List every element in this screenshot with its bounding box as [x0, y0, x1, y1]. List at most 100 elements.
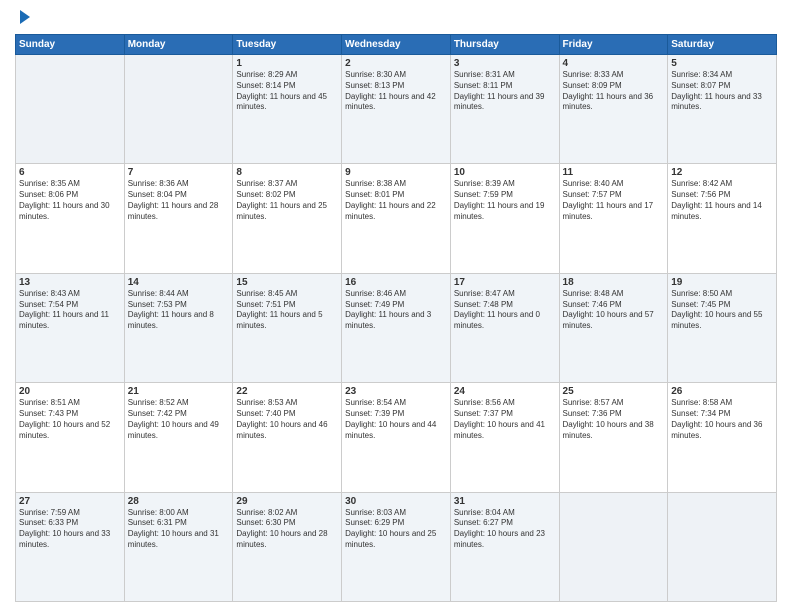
calendar-cell: 30Sunrise: 8:03 AMSunset: 6:29 PMDayligh… [342, 492, 451, 601]
day-number: 8 [236, 167, 338, 178]
calendar-table: SundayMondayTuesdayWednesdayThursdayFrid… [15, 34, 777, 602]
calendar-cell: 6Sunrise: 8:35 AMSunset: 8:06 PMDaylight… [16, 164, 125, 273]
day-info: Sunrise: 8:54 AMSunset: 7:39 PMDaylight:… [345, 398, 447, 441]
calendar-cell: 12Sunrise: 8:42 AMSunset: 7:56 PMDayligh… [668, 164, 777, 273]
day-info: Sunrise: 8:38 AMSunset: 8:01 PMDaylight:… [345, 179, 447, 222]
day-number: 18 [563, 277, 665, 288]
calendar-cell: 19Sunrise: 8:50 AMSunset: 7:45 PMDayligh… [668, 273, 777, 382]
day-info: Sunrise: 8:39 AMSunset: 7:59 PMDaylight:… [454, 179, 556, 222]
calendar-week-row: 6Sunrise: 8:35 AMSunset: 8:06 PMDaylight… [16, 164, 777, 273]
day-number: 16 [345, 277, 447, 288]
calendar-header-row: SundayMondayTuesdayWednesdayThursdayFrid… [16, 35, 777, 55]
day-number: 24 [454, 386, 556, 397]
calendar-cell: 7Sunrise: 8:36 AMSunset: 8:04 PMDaylight… [124, 164, 233, 273]
day-info: Sunrise: 8:52 AMSunset: 7:42 PMDaylight:… [128, 398, 230, 441]
calendar-week-row: 1Sunrise: 8:29 AMSunset: 8:14 PMDaylight… [16, 55, 777, 164]
calendar-cell: 13Sunrise: 8:43 AMSunset: 7:54 PMDayligh… [16, 273, 125, 382]
weekday-header: Saturday [668, 35, 777, 55]
day-info: Sunrise: 8:43 AMSunset: 7:54 PMDaylight:… [19, 289, 121, 332]
day-info: Sunrise: 8:51 AMSunset: 7:43 PMDaylight:… [19, 398, 121, 441]
day-info: Sunrise: 8:37 AMSunset: 8:02 PMDaylight:… [236, 179, 338, 222]
calendar-cell: 25Sunrise: 8:57 AMSunset: 7:36 PMDayligh… [559, 383, 668, 492]
day-info: Sunrise: 8:56 AMSunset: 7:37 PMDaylight:… [454, 398, 556, 441]
day-number: 23 [345, 386, 447, 397]
calendar-cell: 8Sunrise: 8:37 AMSunset: 8:02 PMDaylight… [233, 164, 342, 273]
day-number: 2 [345, 58, 447, 69]
day-info: Sunrise: 8:30 AMSunset: 8:13 PMDaylight:… [345, 70, 447, 113]
logo [15, 10, 34, 26]
day-number: 28 [128, 496, 230, 507]
day-info: Sunrise: 8:33 AMSunset: 8:09 PMDaylight:… [563, 70, 665, 113]
day-info: Sunrise: 8:34 AMSunset: 8:07 PMDaylight:… [671, 70, 773, 113]
day-number: 13 [19, 277, 121, 288]
day-number: 3 [454, 58, 556, 69]
day-number: 4 [563, 58, 665, 69]
calendar-cell: 22Sunrise: 8:53 AMSunset: 7:40 PMDayligh… [233, 383, 342, 492]
day-info: Sunrise: 8:57 AMSunset: 7:36 PMDaylight:… [563, 398, 665, 441]
day-number: 19 [671, 277, 773, 288]
day-number: 10 [454, 167, 556, 178]
calendar-cell: 27Sunrise: 7:59 AMSunset: 6:33 PMDayligh… [16, 492, 125, 601]
day-number: 20 [19, 386, 121, 397]
day-number: 12 [671, 167, 773, 178]
day-number: 7 [128, 167, 230, 178]
day-number: 9 [345, 167, 447, 178]
day-info: Sunrise: 8:58 AMSunset: 7:34 PMDaylight:… [671, 398, 773, 441]
day-info: Sunrise: 8:45 AMSunset: 7:51 PMDaylight:… [236, 289, 338, 332]
calendar-cell [16, 55, 125, 164]
day-number: 17 [454, 277, 556, 288]
day-info: Sunrise: 8:44 AMSunset: 7:53 PMDaylight:… [128, 289, 230, 332]
day-info: Sunrise: 8:00 AMSunset: 6:31 PMDaylight:… [128, 508, 230, 551]
calendar-cell: 5Sunrise: 8:34 AMSunset: 8:07 PMDaylight… [668, 55, 777, 164]
calendar-week-row: 13Sunrise: 8:43 AMSunset: 7:54 PMDayligh… [16, 273, 777, 382]
calendar-cell: 24Sunrise: 8:56 AMSunset: 7:37 PMDayligh… [450, 383, 559, 492]
calendar-cell: 1Sunrise: 8:29 AMSunset: 8:14 PMDaylight… [233, 55, 342, 164]
calendar-cell: 16Sunrise: 8:46 AMSunset: 7:49 PMDayligh… [342, 273, 451, 382]
calendar-cell: 21Sunrise: 8:52 AMSunset: 7:42 PMDayligh… [124, 383, 233, 492]
day-info: Sunrise: 8:35 AMSunset: 8:06 PMDaylight:… [19, 179, 121, 222]
calendar-cell: 10Sunrise: 8:39 AMSunset: 7:59 PMDayligh… [450, 164, 559, 273]
day-number: 15 [236, 277, 338, 288]
calendar-cell [559, 492, 668, 601]
calendar-week-row: 27Sunrise: 7:59 AMSunset: 6:33 PMDayligh… [16, 492, 777, 601]
day-number: 1 [236, 58, 338, 69]
day-number: 6 [19, 167, 121, 178]
page: SundayMondayTuesdayWednesdayThursdayFrid… [0, 0, 792, 612]
day-number: 25 [563, 386, 665, 397]
day-info: Sunrise: 8:50 AMSunset: 7:45 PMDaylight:… [671, 289, 773, 332]
day-info: Sunrise: 8:53 AMSunset: 7:40 PMDaylight:… [236, 398, 338, 441]
day-info: Sunrise: 8:31 AMSunset: 8:11 PMDaylight:… [454, 70, 556, 113]
day-number: 27 [19, 496, 121, 507]
day-info: Sunrise: 8:46 AMSunset: 7:49 PMDaylight:… [345, 289, 447, 332]
day-info: Sunrise: 8:40 AMSunset: 7:57 PMDaylight:… [563, 179, 665, 222]
calendar-cell: 9Sunrise: 8:38 AMSunset: 8:01 PMDaylight… [342, 164, 451, 273]
calendar-cell: 14Sunrise: 8:44 AMSunset: 7:53 PMDayligh… [124, 273, 233, 382]
calendar-cell [124, 55, 233, 164]
day-number: 31 [454, 496, 556, 507]
calendar-cell: 20Sunrise: 8:51 AMSunset: 7:43 PMDayligh… [16, 383, 125, 492]
weekday-header: Thursday [450, 35, 559, 55]
weekday-header: Wednesday [342, 35, 451, 55]
calendar-cell: 3Sunrise: 8:31 AMSunset: 8:11 PMDaylight… [450, 55, 559, 164]
day-number: 5 [671, 58, 773, 69]
day-number: 29 [236, 496, 338, 507]
calendar-cell: 31Sunrise: 8:04 AMSunset: 6:27 PMDayligh… [450, 492, 559, 601]
day-info: Sunrise: 8:47 AMSunset: 7:48 PMDaylight:… [454, 289, 556, 332]
day-info: Sunrise: 8:04 AMSunset: 6:27 PMDaylight:… [454, 508, 556, 551]
day-info: Sunrise: 8:36 AMSunset: 8:04 PMDaylight:… [128, 179, 230, 222]
day-number: 30 [345, 496, 447, 507]
calendar-cell: 4Sunrise: 8:33 AMSunset: 8:09 PMDaylight… [559, 55, 668, 164]
day-number: 21 [128, 386, 230, 397]
weekday-header: Tuesday [233, 35, 342, 55]
calendar-cell: 26Sunrise: 8:58 AMSunset: 7:34 PMDayligh… [668, 383, 777, 492]
weekday-header: Sunday [16, 35, 125, 55]
calendar-week-row: 20Sunrise: 8:51 AMSunset: 7:43 PMDayligh… [16, 383, 777, 492]
day-info: Sunrise: 7:59 AMSunset: 6:33 PMDaylight:… [19, 508, 121, 551]
day-info: Sunrise: 8:29 AMSunset: 8:14 PMDaylight:… [236, 70, 338, 113]
day-info: Sunrise: 8:48 AMSunset: 7:46 PMDaylight:… [563, 289, 665, 332]
weekday-header: Friday [559, 35, 668, 55]
calendar-cell: 28Sunrise: 8:00 AMSunset: 6:31 PMDayligh… [124, 492, 233, 601]
calendar-cell: 15Sunrise: 8:45 AMSunset: 7:51 PMDayligh… [233, 273, 342, 382]
calendar-cell: 23Sunrise: 8:54 AMSunset: 7:39 PMDayligh… [342, 383, 451, 492]
day-number: 11 [563, 167, 665, 178]
